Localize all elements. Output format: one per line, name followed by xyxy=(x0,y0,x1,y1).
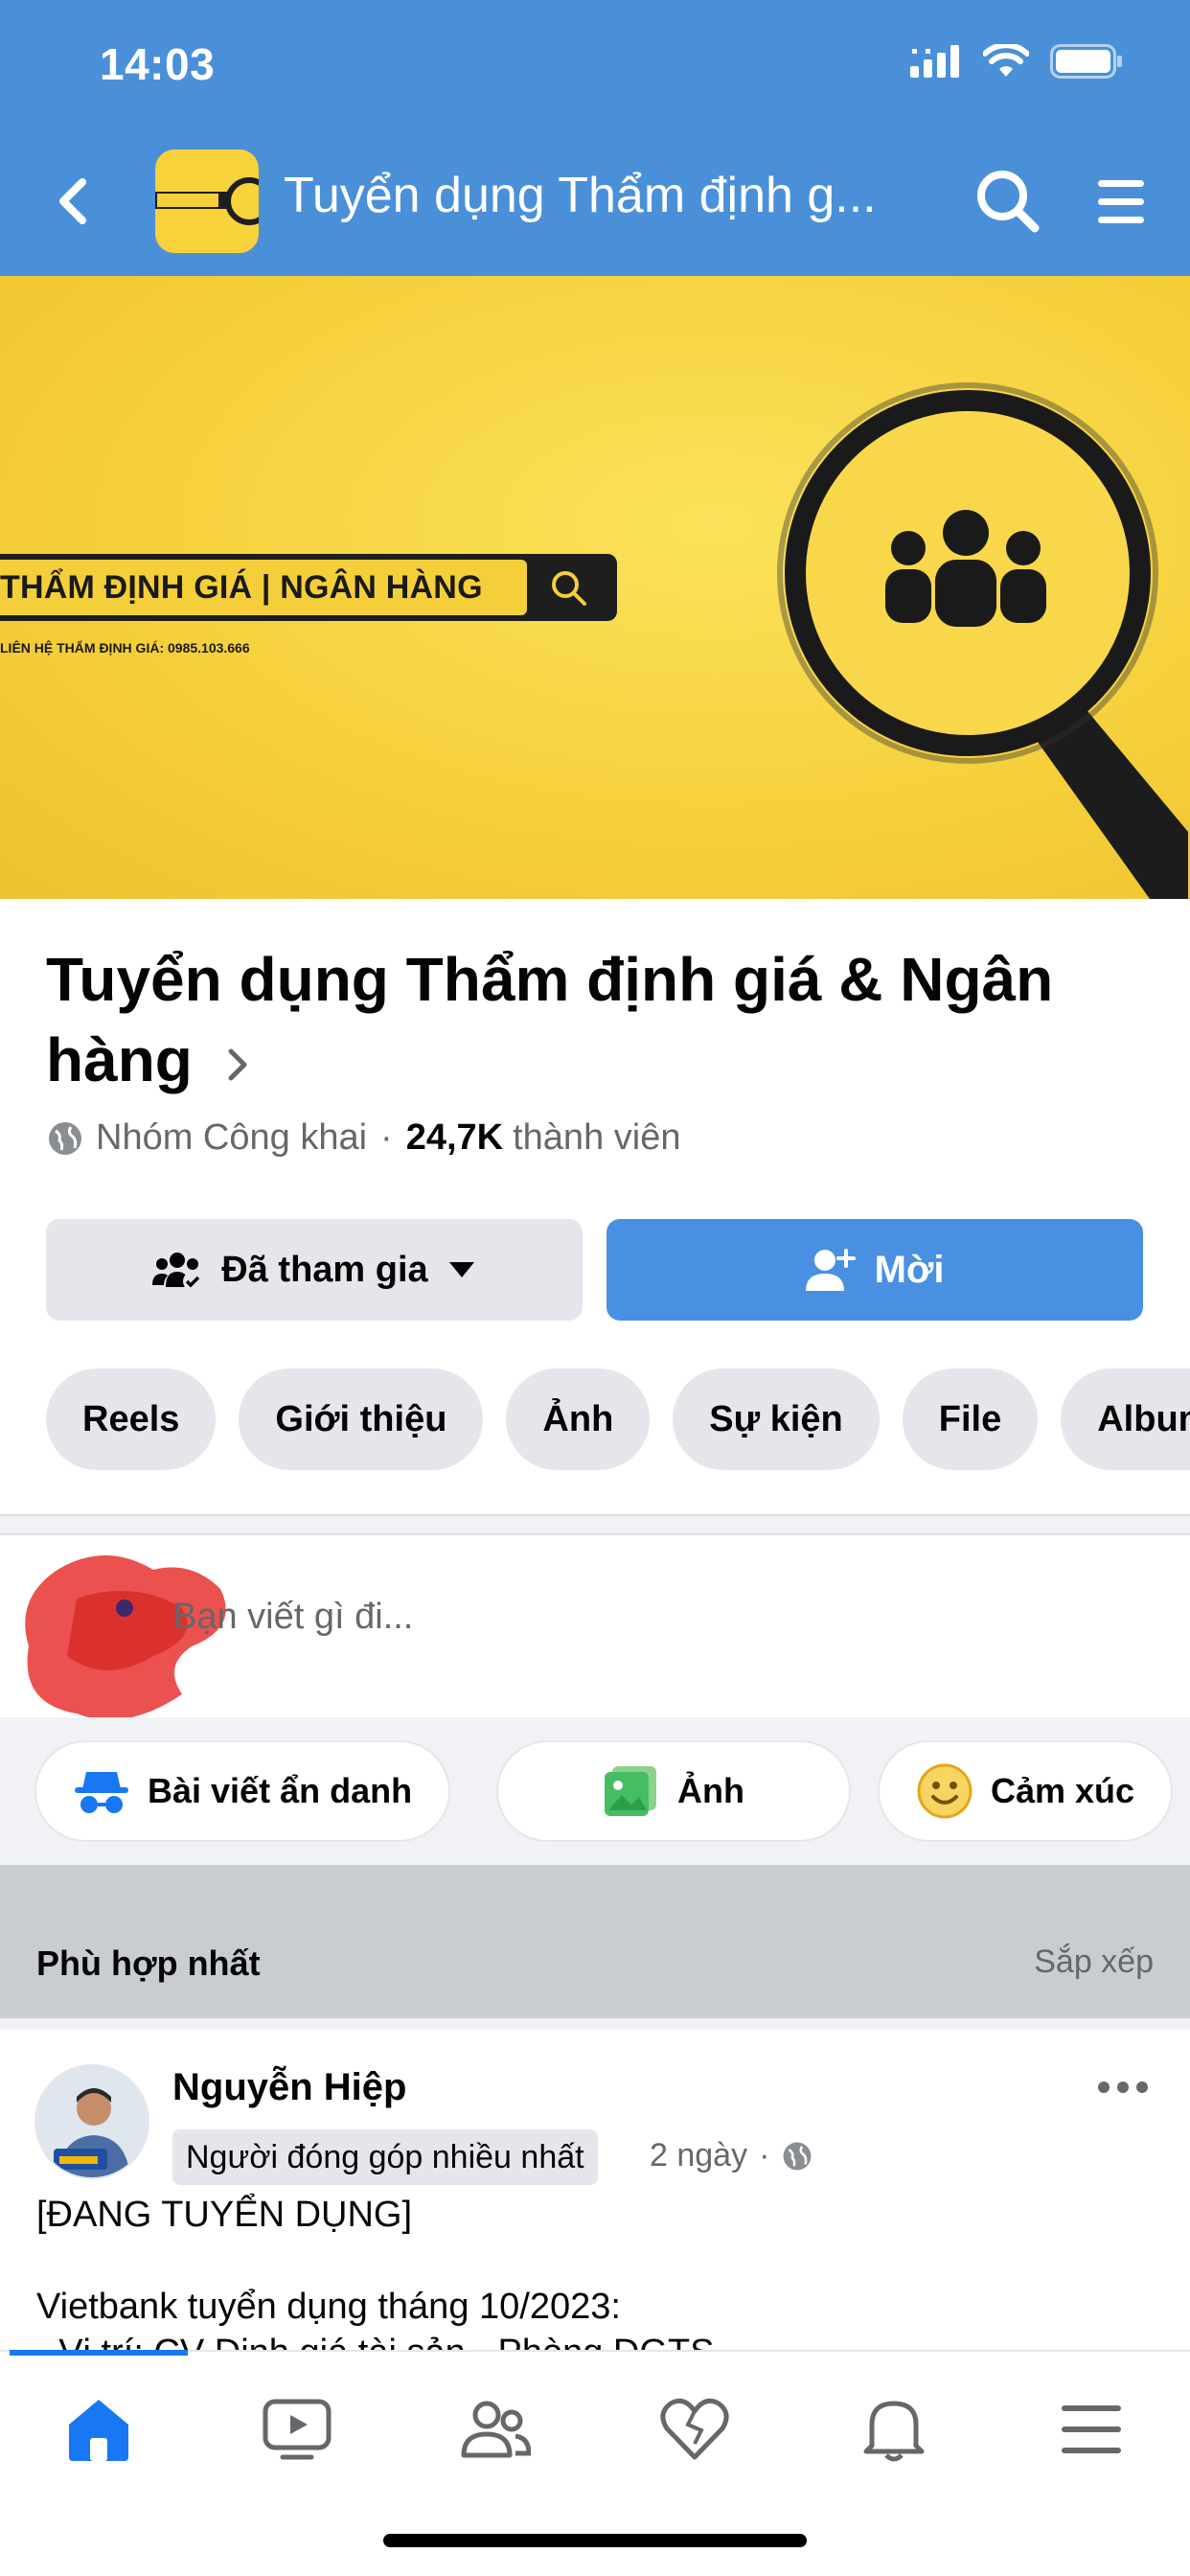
photo-label: Ảnh xyxy=(677,1771,744,1810)
anonymous-post-label: Bài viết ẩn danh xyxy=(148,1771,413,1810)
hamburger-icon xyxy=(1098,180,1144,223)
cover-search-bar: THẨM ĐỊNH GIÁ | NGÂN HÀNG xyxy=(0,554,617,621)
nav-video[interactable] xyxy=(254,2386,340,2472)
globe-icon xyxy=(783,2142,812,2170)
top-header: 14:03 Tuyển dụng Thẩm định g... xyxy=(0,0,1190,276)
top-contributor-badge[interactable]: Người đóng góp nhiều nhất xyxy=(172,2129,598,2185)
post-author-name[interactable]: Nguyễn Hiệp xyxy=(172,2066,406,2109)
photo-icon xyxy=(605,1766,656,1816)
tab-reels[interactable]: Reels xyxy=(46,1368,217,1470)
group-tabs: Reels Giới thiệu Ảnh Sự kiện File Album xyxy=(46,1368,1190,1470)
group-privacy: Nhóm Công khai xyxy=(96,1117,368,1158)
member-label: thành viên xyxy=(513,1117,681,1158)
joined-button[interactable]: Đã tham gia xyxy=(46,1219,583,1321)
wifi-icon xyxy=(983,44,1029,77)
nav-menu[interactable] xyxy=(1048,2386,1134,2472)
groups-icon xyxy=(461,2401,531,2458)
nav-dating[interactable] xyxy=(652,2386,738,2472)
composer-actions: Bài viết ẩn danh Ảnh Cảm xúc xyxy=(0,1717,1190,1865)
meta-separator: · xyxy=(380,1117,393,1158)
emoji-smile-icon xyxy=(917,1763,973,1819)
nav-notifications[interactable] xyxy=(851,2386,937,2472)
globe-icon xyxy=(49,1121,81,1155)
group-meta: Nhóm Công khai · 24,7K thành viên xyxy=(46,1117,680,1159)
tab-files[interactable]: File xyxy=(902,1368,1039,1470)
home-indicator[interactable] xyxy=(383,2534,807,2547)
post-timestamp: 2 ngày · xyxy=(650,2137,813,2174)
chevron-right-icon xyxy=(228,1048,247,1081)
nav-home[interactable] xyxy=(56,2386,142,2472)
caret-down-icon xyxy=(448,1262,474,1277)
post-body-line: Vietbank tuyển dụng tháng 10/2023: xyxy=(36,2287,621,2327)
post-author-avatar[interactable] xyxy=(34,2064,149,2179)
menu-icon xyxy=(1062,2405,1121,2453)
search-icon xyxy=(977,171,1040,233)
post-time-separator: · xyxy=(759,2137,770,2174)
photo-chip[interactable]: Ảnh xyxy=(496,1740,851,1842)
back-button[interactable] xyxy=(42,171,103,232)
anonymous-icon xyxy=(75,1772,128,1813)
scroll-progress-bar xyxy=(10,2350,188,2356)
post-more-button[interactable] xyxy=(1094,2076,1152,2099)
status-icons xyxy=(910,44,1123,79)
section-divider xyxy=(0,1514,1190,1535)
feed-divider xyxy=(0,2018,1190,2030)
back-arrow-icon xyxy=(59,178,86,224)
nav-groups[interactable] xyxy=(452,2386,538,2472)
header-title: Tuyển dụng Thẩm định g... xyxy=(284,168,877,223)
tab-albums[interactable]: Album xyxy=(1061,1368,1190,1470)
cover-banner-text: THẨM ĐỊNH GIÁ | NGÂN HÀNG xyxy=(0,560,527,615)
joined-people-icon xyxy=(152,1253,203,1291)
post-time-text: 2 ngày xyxy=(650,2137,748,2174)
dating-heart-icon xyxy=(660,2398,729,2460)
cover-photo[interactable]: THẨM ĐỊNH GIÁ | NGÂN HÀNG LIÊN HỆ THẨM Đ… xyxy=(0,276,1190,899)
group-thumbnail-image xyxy=(155,177,259,225)
post-body-line: [ĐANG TUYỂN DỤNG] xyxy=(36,2195,413,2235)
member-count: 24,7K xyxy=(405,1117,504,1158)
sort-button[interactable]: Sắp xếp xyxy=(1034,1944,1154,1981)
cover-search-icon xyxy=(552,571,586,606)
battery-icon xyxy=(1050,44,1122,79)
anonymous-post-chip[interactable]: Bài viết ẩn danh xyxy=(34,1740,451,1842)
author-photo xyxy=(36,2066,148,2177)
cover-contact-text: LIÊN HỆ THẨM ĐỊNH GIÁ: 0985.103.666 xyxy=(0,640,250,656)
group-name[interactable]: Tuyển dụng Thẩm định giá & Ngân hàng xyxy=(46,939,1129,1100)
sort-title: Phù hợp nhất xyxy=(36,1944,261,1983)
nav-row: Tuyển dụng Thẩm định g... xyxy=(0,144,1190,259)
more-dots-icon xyxy=(1098,2082,1148,2093)
tab-photos[interactable]: Ảnh xyxy=(506,1368,651,1470)
tab-about[interactable]: Giới thiệu xyxy=(239,1368,484,1470)
signal-icon xyxy=(910,45,959,78)
group-thumbnail[interactable] xyxy=(155,150,259,253)
home-icon xyxy=(69,2400,128,2461)
group-name-text: Tuyển dụng Thẩm định giá & Ngân hàng xyxy=(46,945,1054,1094)
feeling-chip[interactable]: Cảm xúc xyxy=(878,1740,1174,1842)
joined-label: Đã tham gia xyxy=(221,1249,428,1290)
bell-icon xyxy=(863,2401,925,2462)
video-icon xyxy=(263,2399,332,2460)
feed-sort-bar: Phù hợp nhất Sắp xếp xyxy=(0,1865,1190,2018)
invite-button[interactable]: Mời xyxy=(606,1219,1143,1321)
menu-button[interactable] xyxy=(1090,172,1152,230)
feeling-label: Cảm xúc xyxy=(991,1771,1135,1810)
invite-label: Mời xyxy=(874,1248,945,1291)
add-person-icon xyxy=(805,1249,856,1291)
magnifier-illustration-icon xyxy=(777,382,1188,899)
status-time: 14:03 xyxy=(100,39,216,89)
tab-events[interactable]: Sự kiện xyxy=(673,1368,880,1470)
composer-input[interactable]: Bạn viết gì đi... xyxy=(172,1597,413,1638)
search-button[interactable] xyxy=(972,165,1044,238)
